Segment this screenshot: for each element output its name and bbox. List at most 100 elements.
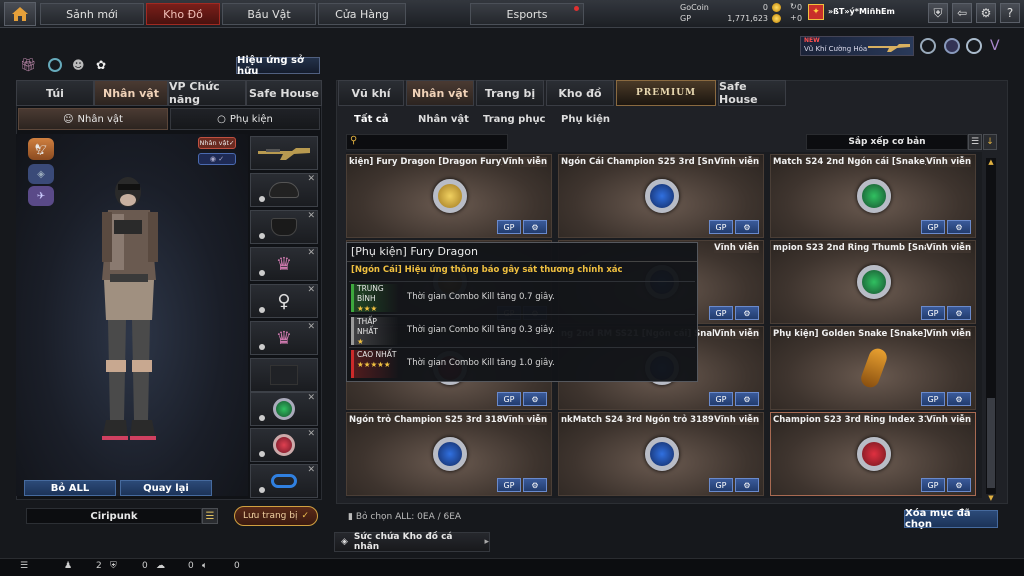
delete-selected-button[interactable]: Xóa mục đã chọn [904, 508, 998, 530]
home-button[interactable] [4, 2, 36, 26]
settings-icon[interactable]: ⚙ [523, 220, 547, 234]
owned-effects-button[interactable]: Hiệu ứng sở hữu [236, 55, 320, 77]
filter-all[interactable]: Tất cả [354, 110, 389, 128]
right-tab-premium[interactable]: PREMIUM [616, 80, 716, 106]
nav-tab-treasure[interactable]: Báu Vật [222, 3, 316, 25]
nav-tab-shop[interactable]: Cửa Hàng [318, 3, 406, 25]
left-tab-functional[interactable]: VP Chức năng [168, 80, 246, 106]
right-tab-character[interactable]: Nhân vật [406, 80, 474, 106]
eye-toggle[interactable]: ◉ ✓ [198, 153, 236, 165]
filter-character[interactable]: Nhân vật [418, 110, 469, 128]
gp-convert-button[interactable]: GP [921, 392, 945, 406]
scroll-thumb[interactable] [987, 398, 995, 488]
filter-accessory[interactable]: Phụ kiện [561, 110, 610, 128]
left-tab-bag[interactable]: Túi [16, 80, 94, 106]
item-card[interactable]: Champion S23 3rd Ring Index 31899 Vĩnh vi… [770, 412, 976, 496]
equip-slot-ring-green[interactable]: ✕ [250, 392, 318, 426]
menu-icon[interactable]: ☰ [20, 561, 28, 571]
charge-icon[interactable]: ↻ [790, 2, 797, 11]
remove-icon[interactable]: ✕ [307, 322, 315, 332]
gp-convert-button[interactable]: GP [497, 392, 521, 406]
pet-icon[interactable]: ✿ [96, 58, 106, 72]
settings-icon[interactable]: ⚙ [523, 478, 547, 492]
right-tab-storage[interactable]: Kho đồ [546, 80, 614, 106]
back-button[interactable]: Quay lại [120, 480, 212, 496]
bird-icon[interactable]: ✈ [28, 186, 54, 206]
gp-convert-button[interactable]: GP [709, 478, 733, 492]
equip-slot-weapon[interactable] [250, 136, 318, 170]
nav-tab-inventory[interactable]: Kho Đồ [146, 3, 220, 25]
gp-convert-button[interactable]: GP [709, 392, 733, 406]
equip-slot-doll[interactable]: ✕ ♀ [250, 284, 318, 318]
nav-tab-esports[interactable]: Esports [470, 3, 584, 25]
settings-icon[interactable]: ⚙ [947, 478, 971, 492]
scroll-up-icon[interactable]: ▲ [986, 158, 996, 166]
right-tab-equipment[interactable]: Trang bị [476, 80, 544, 106]
settings-icon[interactable]: ⚙ [735, 306, 759, 320]
equip-slot-ring-red[interactable]: ✕ [250, 428, 318, 462]
right-tab-safehouse[interactable]: Safe House [718, 80, 786, 106]
item-card[interactable]: Phụ kiện] Golden Snake [Snake] Vĩnh viễn G… [770, 326, 976, 410]
search-input[interactable]: ⚲ [346, 134, 508, 150]
add-icon[interactable]: + [790, 13, 797, 22]
shield-status-icon[interactable]: ⛨ [110, 561, 117, 571]
sort-dropdown[interactable]: Sắp xếp cơ bản [806, 134, 968, 150]
event-banner[interactable]: NEW Vũ Khí Cường Hóa [800, 36, 914, 56]
remove-icon[interactable]: ✕ [307, 465, 315, 475]
users-icon[interactable]: ☻ [72, 58, 85, 72]
remove-all-button[interactable]: Bỏ ALL [24, 480, 116, 496]
refresh-icon[interactable] [48, 58, 62, 72]
item-card[interactable]: Match S24 2nd Ngón cái [Snake] Vĩnh viễn G… [770, 154, 976, 238]
settings-icon[interactable]: ⚙ [947, 306, 971, 320]
equip-slot-emblem[interactable]: ✕ ♛ [250, 321, 318, 355]
gp-convert-button[interactable]: GP [921, 306, 945, 320]
item-card[interactable]: Ngón Cái Champion S25 3rd [Snake Vĩnh viễ… [558, 154, 764, 238]
remove-icon[interactable]: ✕ [307, 393, 315, 403]
right-tab-weapon[interactable]: Vũ khí [338, 80, 404, 106]
filter-costume[interactable]: Trang phục [483, 110, 546, 128]
equip-slot-empty[interactable] [250, 358, 318, 392]
settings-icon[interactable]: ⚙ [947, 220, 971, 234]
storage-capacity-button[interactable]: ◈ Sức chứa Kho đồ cá nhân ▸ [334, 532, 490, 552]
subtab-accessory[interactable]: ○ Phụ kiện [170, 108, 320, 130]
settings-icon[interactable]: ⚙ [947, 392, 971, 406]
settings-icon[interactable]: ⚙ [735, 220, 759, 234]
shield-icon[interactable]: ⛨ [928, 3, 948, 23]
left-tab-safehouse[interactable]: Safe House [246, 80, 322, 106]
equip-slot-mask[interactable]: ✕ [250, 210, 318, 244]
scrollbar[interactable]: ▲ ▼ [986, 158, 996, 502]
player-name[interactable]: »ßT»ý*MiñhEm [828, 7, 895, 16]
item-card[interactable]: Ngón trỏ Champion S25 3rd 31899 Vĩnh viễn… [346, 412, 552, 496]
gp-convert-button[interactable]: GP [497, 478, 521, 492]
wing-icon[interactable]: ◈ [28, 164, 54, 184]
save-equipment-button[interactable]: Lưu trang bị ✓ [234, 506, 318, 526]
list-menu-icon[interactable]: ☰ [202, 508, 218, 524]
remove-icon[interactable]: ✕ [307, 174, 315, 184]
clan-icon[interactable] [920, 38, 936, 54]
remove-icon[interactable]: ✕ [307, 248, 315, 258]
speaker-icon[interactable]: 🔈︎ [202, 561, 207, 571]
left-tab-character[interactable]: Nhân vật [94, 80, 168, 106]
gear-icon[interactable]: ⚙ [976, 3, 996, 23]
chat-icon[interactable]: ☁ [156, 561, 165, 571]
remove-icon[interactable]: ✕ [307, 211, 315, 221]
gp-convert-button[interactable]: GP [709, 306, 733, 320]
exit-icon[interactable]: ⇦ [952, 3, 972, 23]
help-icon[interactable]: ? [1000, 3, 1020, 23]
item-card[interactable]: kiện] Fury Dragon [Dragon Fury] Vĩnh viễn… [346, 154, 552, 238]
settings-icon[interactable]: ⚙ [523, 392, 547, 406]
sort-menu-icon[interactable]: ☰ [968, 134, 982, 150]
party-icon[interactable]: ♟ [64, 561, 72, 571]
target-icon[interactable] [966, 38, 982, 54]
v-logo-icon[interactable]: V [990, 38, 1000, 54]
equip-slot-helmet[interactable]: ✕ [250, 173, 318, 207]
settings-icon[interactable]: ⚙ [735, 478, 759, 492]
nav-tab-lobby[interactable]: Sảnh mới [40, 3, 144, 25]
eagle-icon[interactable]: 🦅︎ [28, 138, 54, 160]
remove-icon[interactable]: ✕ [307, 429, 315, 439]
item-card[interactable]: nkMatch S24 3rd Ngón trỏ 31899 Vĩnh viễn G… [558, 412, 764, 496]
gp-convert-button[interactable]: GP [921, 220, 945, 234]
sort-direction-icon[interactable]: ↓ [983, 134, 997, 150]
gp-convert-button[interactable]: GP [921, 478, 945, 492]
gift-icon[interactable]: 🎁︎ [20, 58, 37, 73]
